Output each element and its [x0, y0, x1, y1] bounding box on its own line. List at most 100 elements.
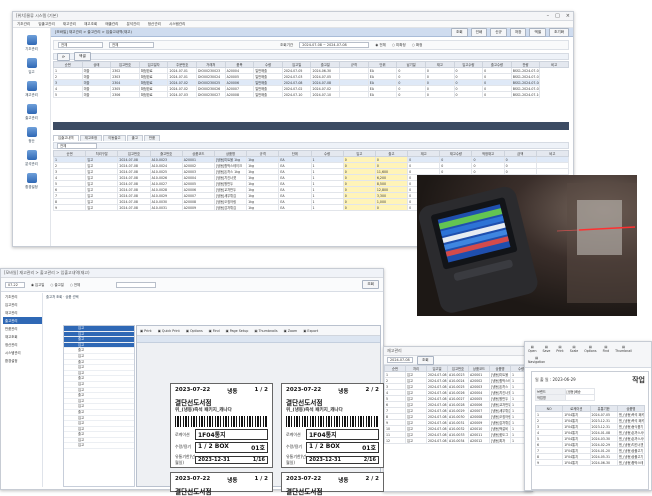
list-item[interactable]: 입고 [64, 443, 134, 450]
preview-tool-button[interactable]: ▣ Thumbnails [254, 329, 277, 333]
table-cell: 2024-07-10 [281, 91, 312, 98]
menu-item[interactable]: 시스템관리 [169, 22, 186, 27]
label-date-input[interactable]: 07-22 [5, 281, 25, 288]
date-type-radio[interactable]: ○ 출고일 [50, 282, 63, 287]
ribbon-button[interactable]: ▤ Navigation [528, 356, 545, 364]
status-radio[interactable]: ○ 확정 [412, 43, 423, 48]
header-button[interactable]: 조회 [450, 27, 468, 37]
detail-toolbar: 전체 [53, 142, 569, 149]
sidebar-item[interactable]: 환경설정 [3, 357, 42, 364]
table-cell: 앤_(냉동)즉석 패키 [616, 411, 646, 418]
tab[interactable]: 재고조정 [79, 135, 103, 141]
sidebar-item[interactable]: 재고조회 [3, 333, 42, 340]
rail-label: 정산 [28, 139, 35, 143]
rail-module-icon [26, 35, 37, 45]
detail-filter-select[interactable]: 전체 [57, 142, 97, 149]
table-row[interactable]: 12 입고 2024-07-08 A10-0034 A20012 [냉동]피자 1 [384, 437, 532, 444]
main-titlebar: [위치]물류 시스템 (기본) – □ × [13, 12, 573, 21]
date-type-radio[interactable]: ◉ 입고일 [31, 282, 44, 287]
preview-tool-button[interactable]: ▣ Zoom [284, 329, 298, 333]
preview-tool-button[interactable]: ▣ Find [209, 329, 220, 333]
table-cell: [냉동]돈까스 [489, 383, 511, 390]
sidebar-item[interactable]: 기초관리 [3, 293, 42, 300]
inventory-search-button[interactable]: 조회 [417, 355, 434, 365]
close-icon[interactable]: × [566, 13, 570, 19]
table-cell: 2024-07-03 [167, 91, 198, 98]
maximize-icon[interactable]: □ [555, 13, 560, 19]
preview-tool-button[interactable]: ▣ Quick Print [158, 329, 180, 333]
label-filter-bar: 07-22 ◉ 입고일 ○ 출고일 ○ 전체 조회 [1, 278, 383, 292]
header-button[interactable]: 인쇄 [470, 27, 488, 37]
date-type-radio[interactable]: ○ 전체 [70, 282, 80, 287]
radio-label: 전체 [73, 283, 81, 287]
label-kind: 냉동 [227, 478, 238, 484]
table-cell: 미출 [81, 91, 112, 98]
menu-item[interactable]: 기초관리 [17, 22, 30, 27]
inventory-date-input[interactable]: 2024-07-08 [387, 357, 413, 363]
menu-item[interactable]: 정산관리 [148, 22, 161, 27]
sidebar-item[interactable]: 재고관리 [3, 309, 42, 316]
warehouse-select[interactable]: 전체 [58, 42, 103, 48]
table-cell: [냉동]함박스테이크 [213, 162, 248, 169]
header-button[interactable]: 엑셀 [529, 27, 547, 37]
menu-item[interactable]: 입출고관리 [38, 22, 55, 27]
preview-tool-button[interactable]: ▣ Page Setup [226, 329, 249, 333]
table-cell: 앤_(냉동)돈까스사이 [616, 435, 646, 442]
preview-tool-button[interactable]: ▣ Options [186, 329, 203, 333]
status-radio[interactable]: ◉ 전체 [375, 43, 386, 48]
rail-item[interactable]: 정산 [13, 127, 50, 143]
ribbon-button[interactable]: ▤ Scale [570, 345, 579, 353]
ribbon-button[interactable]: ▤ Options [584, 345, 596, 353]
label-date: 2023-07-22 [286, 476, 322, 482]
radio-label: 전체 [379, 42, 386, 47]
grid-excel-button[interactable]: 엑셀 [74, 52, 91, 61]
label-key-exp: 유통기한(년월일) [175, 454, 195, 465]
table-cell: 5 [53, 91, 83, 98]
tab[interactable]: 반품 [143, 135, 161, 141]
table-cell: 입고 [85, 204, 119, 211]
ribbon-button[interactable]: ▤ Print [556, 345, 563, 353]
date-range-input[interactable]: 2024-07-08 ~ 2024-07-08 [299, 42, 370, 48]
status-radio[interactable]: ○ 미확정 [392, 43, 406, 48]
column-header[interactable]: 비고 [539, 61, 569, 68]
rail-item[interactable]: 재고관리 [13, 81, 50, 97]
menu-item[interactable]: 재고조회 [84, 22, 97, 27]
ribbon-button[interactable]: ▤ Thumbnail [615, 345, 632, 353]
menu-item[interactable]: 매출관리 [105, 22, 118, 27]
tab[interactable]: 입출고내역 [53, 135, 79, 141]
label-search-button[interactable]: 조회 [362, 280, 379, 289]
sidebar-item[interactable]: 시스템관리 [3, 349, 42, 356]
table-cell [339, 91, 369, 98]
menu-item[interactable]: 분석관리 [126, 22, 139, 27]
ribbon-button[interactable]: ▤ Save [543, 345, 551, 353]
tab[interactable]: 이동출고 [103, 135, 126, 141]
sidebar-item[interactable]: 반품관리 [3, 325, 42, 332]
rail-item[interactable]: 기초관리 [13, 35, 50, 51]
rail-item[interactable]: 환경설정 [13, 173, 50, 189]
minimize-icon[interactable]: – [547, 13, 550, 19]
rail-item[interactable]: 입고 [13, 58, 50, 74]
table-cell: DIO00230027 [196, 91, 226, 98]
preview-tool-button[interactable]: ▣ Export [303, 329, 318, 333]
label-title: 결단선도서점 [286, 399, 323, 407]
label-customer-input[interactable] [116, 281, 157, 288]
sidebar-item[interactable]: 정산관리 [3, 341, 42, 348]
table-cell: A20008 [224, 91, 255, 98]
export-icon: ▣ [303, 328, 307, 333]
tab[interactable]: 출고 [126, 135, 143, 141]
sidebar-item[interactable]: 출고관리 [3, 317, 42, 324]
preview-tool-button[interactable]: ▣ Print [140, 329, 152, 333]
ribbon-button[interactable]: ▤ Open [528, 345, 537, 353]
rail-item[interactable]: 분석관리 [13, 150, 50, 166]
rail-item[interactable]: 출고관리 [13, 104, 50, 120]
sidebar-item[interactable]: 입고관리 [3, 301, 42, 308]
grid-refresh-button[interactable]: ⟳ [57, 52, 71, 61]
ribbon-button[interactable]: ▤ Find [603, 345, 610, 353]
doc-date: 일 출 일 : 2023-06-29 [535, 377, 576, 382]
header-button[interactable]: 저장 [509, 27, 527, 37]
header-button[interactable]: 초기화 [549, 27, 569, 37]
header-button[interactable]: 신규 [490, 27, 507, 37]
table-row[interactable]: 5 미출 2306 확정완료 2024-07-03 DIO00230027 A20008 일반… [53, 91, 569, 98]
type-select[interactable]: 전체 [109, 42, 154, 48]
menu-item[interactable]: 재고관리 [63, 22, 76, 27]
